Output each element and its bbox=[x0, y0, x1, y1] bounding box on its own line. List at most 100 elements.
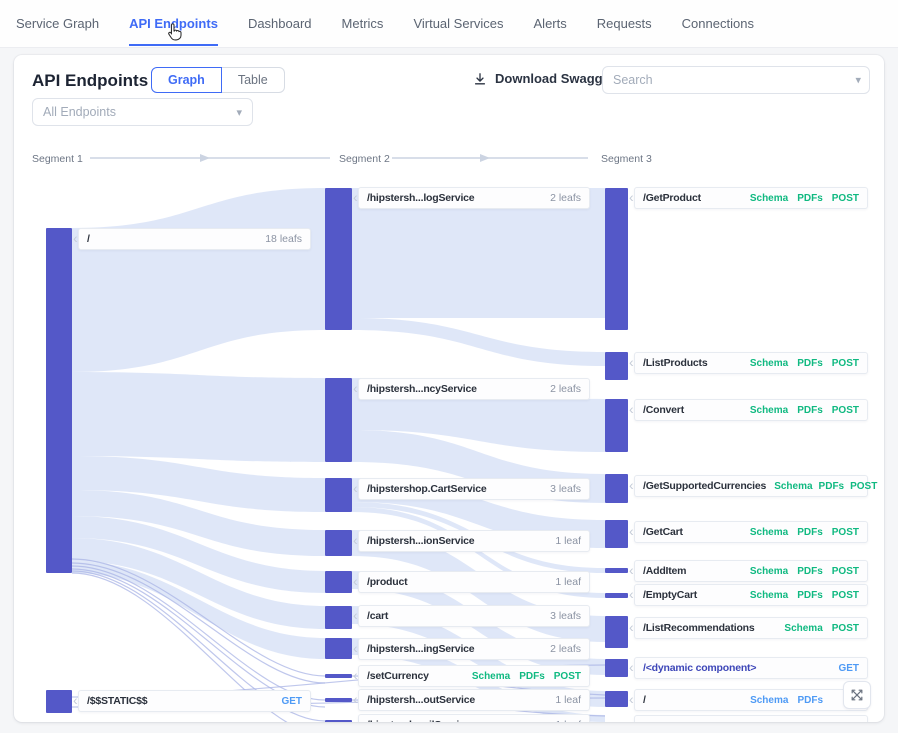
pdfs-link[interactable]: PDFs bbox=[519, 671, 545, 682]
schema-link[interactable]: Schema bbox=[750, 358, 788, 369]
endpoint-filter-select[interactable]: All Endpoints ▾ bbox=[32, 98, 253, 126]
schema-link[interactable]: Schema bbox=[784, 623, 822, 634]
sankey-bar-getsupportedcurrencies[interactable] bbox=[605, 474, 628, 503]
sankey-bar-listproducts[interactable] bbox=[605, 352, 628, 380]
nav-virtual-services[interactable]: Virtual Services bbox=[413, 1, 503, 46]
schema-link[interactable]: Schema bbox=[750, 695, 788, 706]
node-leaf-count: 2 leafs bbox=[550, 643, 581, 655]
nav-requests[interactable]: Requests bbox=[597, 1, 652, 46]
node-path: /EmptyCart bbox=[643, 589, 697, 601]
node-root-leaf[interactable]: / Schema PDFs bbox=[634, 689, 868, 711]
schema-link[interactable]: Schema bbox=[750, 527, 788, 538]
sankey-bar-getcart[interactable] bbox=[605, 520, 628, 548]
method-post-link[interactable]: POST bbox=[554, 671, 581, 682]
method-post-link[interactable]: POST bbox=[832, 193, 859, 204]
pdfs-link[interactable]: PDFs bbox=[797, 566, 823, 577]
node-cartservice[interactable]: /hipstershop.CartService 3 leafs bbox=[358, 478, 590, 500]
search-input[interactable] bbox=[602, 66, 870, 94]
sankey-bar-getproduct[interactable] bbox=[605, 188, 628, 330]
node-emptycart[interactable]: /EmptyCart Schema PDFs POST bbox=[634, 584, 868, 606]
method-post-link[interactable]: POST bbox=[850, 481, 877, 492]
node-currencyservice[interactable]: /hipstersh...ncyService 2 leafs bbox=[358, 378, 590, 400]
node-path: /$$STATIC$$ bbox=[87, 695, 147, 707]
method-post-link[interactable]: POST bbox=[832, 590, 859, 601]
schema-link[interactable]: Schema bbox=[774, 481, 812, 492]
search-container: ▾ bbox=[602, 66, 870, 94]
nav-alerts[interactable]: Alerts bbox=[534, 1, 567, 46]
node-checkoutservice[interactable]: /hipstersh...outService 1 leaf bbox=[358, 689, 590, 711]
sankey-bar-root[interactable] bbox=[46, 228, 72, 573]
method-post-link[interactable]: POST bbox=[832, 405, 859, 416]
sankey-bar-checkoutservice[interactable] bbox=[325, 698, 352, 702]
method-post-link[interactable]: POST bbox=[832, 566, 859, 577]
node-static[interactable]: /$$STATIC$$ GET bbox=[78, 690, 311, 712]
nav-dashboard[interactable]: Dashboard bbox=[248, 1, 312, 46]
sankey-bar-emailservice[interactable] bbox=[325, 720, 352, 722]
schema-link[interactable]: Schema bbox=[750, 566, 788, 577]
node-shippingservice[interactable]: /hipstersh...ingService 2 leafs bbox=[358, 638, 590, 660]
schema-link[interactable]: Schema bbox=[750, 590, 788, 601]
sankey-bar-shippingservice[interactable] bbox=[325, 638, 352, 659]
pdfs-link[interactable]: PDFs bbox=[797, 695, 823, 706]
download-swagger-button[interactable]: Download Swagger bbox=[473, 71, 615, 86]
node-additem[interactable]: /AddItem Schema PDFs POST bbox=[634, 560, 868, 582]
node-setcurrency[interactable]: /setCurrency Schema PDFs POST bbox=[358, 665, 590, 687]
schema-link[interactable]: Schema bbox=[750, 405, 788, 416]
nav-connections[interactable]: Connections bbox=[682, 1, 754, 46]
node-getproduct[interactable]: /GetProduct Schema PDFs POST bbox=[634, 187, 868, 209]
node-emailservice[interactable]: /hipstersh...ailService 1 leaf bbox=[358, 714, 590, 722]
sankey-bar-dynamic-component[interactable] bbox=[605, 659, 628, 677]
chevron-down-icon: ▾ bbox=[236, 106, 242, 119]
sankey-bar-catalogservice[interactable] bbox=[325, 188, 352, 330]
pdfs-link[interactable]: PDFs bbox=[797, 193, 823, 204]
sankey-bar-cart[interactable] bbox=[325, 606, 352, 629]
sankey-bar-cartservice[interactable] bbox=[325, 478, 352, 512]
table-view-button[interactable]: Table bbox=[222, 67, 285, 93]
app-window: Service Graph API Endpoints Dashboard Me… bbox=[0, 0, 898, 733]
node-path: /cart bbox=[367, 610, 388, 622]
node-root[interactable]: / 18 leafs bbox=[78, 228, 311, 250]
method-get-link[interactable]: GET bbox=[281, 696, 302, 707]
sankey-bar-root-leaf[interactable] bbox=[605, 691, 628, 707]
node-product[interactable]: /product 1 leaf bbox=[358, 571, 590, 593]
sankey-bar-listrecommendations[interactable] bbox=[605, 616, 628, 648]
pdfs-link[interactable]: PDFs bbox=[797, 358, 823, 369]
method-get-link[interactable]: GET bbox=[838, 663, 859, 674]
node-leaf-count: 1 leaf bbox=[555, 576, 581, 588]
node-dynamic-component[interactable]: /<dynamic component> GET bbox=[634, 657, 868, 679]
nav-api-endpoints[interactable]: API Endpoints bbox=[129, 1, 218, 46]
node-getcart[interactable]: /GetCart Schema PDFs POST bbox=[634, 521, 868, 543]
method-post-link[interactable]: POST bbox=[832, 623, 859, 634]
node-listproducts[interactable]: /ListProducts Schema PDFs POST bbox=[634, 352, 868, 374]
sankey-bar-setcurrency[interactable] bbox=[325, 674, 352, 678]
nav-metrics[interactable]: Metrics bbox=[342, 1, 384, 46]
sankey-bar-convert[interactable] bbox=[605, 399, 628, 452]
sankey-bar-static[interactable] bbox=[46, 690, 72, 713]
method-post-link[interactable]: POST bbox=[832, 527, 859, 538]
node-path: /hipstersh...outService bbox=[367, 694, 475, 706]
sankey-bar-additem[interactable] bbox=[605, 568, 628, 573]
graph-view-button[interactable]: Graph bbox=[151, 67, 222, 93]
sankey-bar-product[interactable] bbox=[325, 571, 352, 593]
pdfs-link[interactable]: PDFs bbox=[819, 481, 845, 492]
node-convert[interactable]: /Convert Schema PDFs POST bbox=[634, 399, 868, 421]
pdfs-link[interactable]: PDFs bbox=[797, 590, 823, 601]
node-catalogservice[interactable]: /hipstersh...logService 2 leafs bbox=[358, 187, 590, 209]
schema-link[interactable]: Schema bbox=[472, 671, 510, 682]
sankey-bar-currencyservice[interactable] bbox=[325, 378, 352, 462]
segment-arrows bbox=[14, 150, 884, 166]
sankey-bar-emptycart[interactable] bbox=[605, 593, 628, 598]
method-post-link[interactable]: POST bbox=[832, 358, 859, 369]
pdfs-link[interactable]: PDFs bbox=[797, 405, 823, 416]
pdfs-link[interactable]: PDFs bbox=[797, 527, 823, 538]
node-cart[interactable]: /cart 3 leafs bbox=[358, 605, 590, 627]
node-getsupportedcurrencies[interactable]: /GetSupportedCurrencies Schema PDFs POST bbox=[634, 475, 868, 497]
node-listrecommendations[interactable]: /ListRecommendations Schema POST bbox=[634, 617, 868, 639]
nav-service-graph[interactable]: Service Graph bbox=[16, 1, 99, 46]
node-leaf-count: 1 leaf bbox=[555, 694, 581, 706]
expand-graph-button[interactable] bbox=[843, 681, 871, 709]
sankey-bar-recommendationservice[interactable] bbox=[325, 530, 352, 556]
node-path: /hipstershop.CartService bbox=[367, 483, 487, 495]
schema-link[interactable]: Schema bbox=[750, 193, 788, 204]
node-recommendationservice[interactable]: /hipstersh...ionService 1 leaf bbox=[358, 530, 590, 552]
